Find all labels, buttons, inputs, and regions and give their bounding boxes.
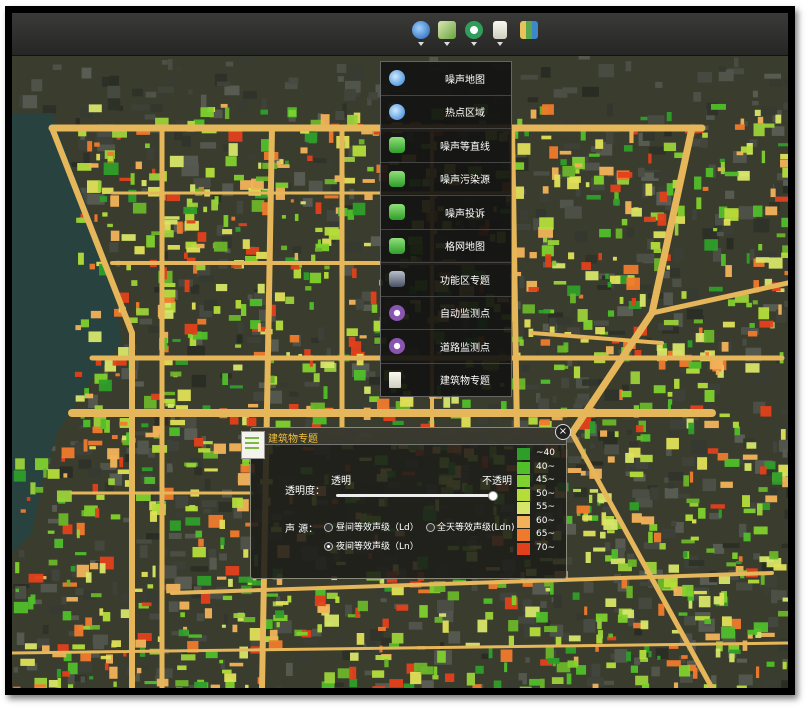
transparent-label: 透明 <box>331 476 351 487</box>
menu-item-hotspot[interactable]: 热点区域 <box>381 96 511 129</box>
menu-item-noise-map[interactable]: 噪声地图 <box>381 62 511 96</box>
legend-label: ~40 <box>536 448 555 458</box>
legend-swatch <box>517 488 530 501</box>
menu-item-function-zone[interactable]: 功能区专题 <box>381 263 511 297</box>
grid-icon <box>389 237 405 254</box>
source-icon <box>389 170 405 187</box>
menu-item-label: 噪声污染源 <box>440 175 490 187</box>
legend-swatch <box>517 461 530 474</box>
legend-row: 40~ <box>517 461 563 475</box>
legend-swatch <box>517 542 530 555</box>
menu-item-label: 噪声投诉 <box>445 208 485 220</box>
legend-label: 70~ <box>536 542 555 553</box>
legend-row: 65~ <box>517 529 563 542</box>
building-doc-icon <box>241 431 265 459</box>
menu-item-label: 热点区域 <box>445 108 485 120</box>
radio-ln[interactable] <box>324 542 333 551</box>
dropdown-arrow-icon[interactable] <box>471 42 477 46</box>
menu-item-label: 噪声地图 <box>445 74 485 86</box>
close-button[interactable]: × <box>555 424 571 440</box>
legend-label: 55~ <box>536 502 555 512</box>
dropdown-arrow-icon[interactable] <box>444 42 450 46</box>
menu-item-grid-map[interactable]: 格网地图 <box>381 230 511 263</box>
legend-label: 65~ <box>536 529 555 539</box>
opaque-label: 不透明 <box>482 476 512 487</box>
menu-item-label: 噪声等直线 <box>440 141 490 153</box>
opacity-label: 透明度： <box>285 486 325 497</box>
legend-row: ~40 <box>517 448 563 461</box>
menu-item-label: 功能区专题 <box>440 275 490 287</box>
legend-row: 60~ <box>517 515 563 529</box>
legend-row: 45~ <box>517 475 563 488</box>
panel-title: 建筑物专题 <box>268 434 318 445</box>
legend-label: 45~ <box>536 475 555 485</box>
radio-ld[interactable] <box>324 523 333 532</box>
map-view[interactable]: 噪声地图 热点区域 噪声等直线 噪声污染源 噪声投诉 格网地图 功能区专题 自动… <box>12 13 788 688</box>
legend-label: 40~ <box>536 461 555 472</box>
legend-row: 55~ <box>517 502 563 515</box>
zone-icon <box>389 271 405 288</box>
legend-row: 50~ <box>517 488 563 502</box>
option-ldn-label: 全天等效声级(Ldn) <box>437 523 515 533</box>
source-label: 声 源： <box>285 524 319 535</box>
screenshot-frame: 噪声地图 热点区域 噪声等直线 噪声污染源 噪声投诉 格网地图 功能区专题 自动… <box>5 6 795 695</box>
menu-item-auto-monitor[interactable]: 自动监测点 <box>381 297 511 330</box>
legend-row: 70~ <box>517 542 563 556</box>
opacity-slider-knob[interactable] <box>488 491 498 501</box>
top-toolbar <box>12 13 788 56</box>
menu-item-label: 格网地图 <box>445 242 485 254</box>
monitor-icon <box>389 338 405 355</box>
map-icon[interactable] <box>520 21 538 39</box>
menu-item-label: 道路监测点 <box>440 342 490 354</box>
legend-swatch <box>517 448 530 460</box>
document-icon[interactable] <box>493 21 507 39</box>
layers-icon[interactable] <box>465 21 483 39</box>
menu-item-building[interactable]: 建筑物专题 <box>381 364 511 397</box>
menu-item-label: 建筑物专题 <box>440 376 490 388</box>
menu-item-complaint[interactable]: 噪声投诉 <box>381 196 511 230</box>
menu-item-label: 自动监测点 <box>440 309 490 321</box>
contour-icon <box>389 137 405 154</box>
dropdown-arrow-icon[interactable] <box>497 42 503 46</box>
legend-swatch <box>517 502 530 514</box>
globe-icon <box>389 103 405 120</box>
monitor-icon <box>389 304 405 321</box>
option-ln-label: 夜间等效声级（Ln） <box>336 542 419 552</box>
opacity-slider[interactable] <box>336 494 493 497</box>
complaint-icon <box>389 204 405 221</box>
building-doc-icon <box>389 371 401 388</box>
menu-item-road-monitor[interactable]: 道路监测点 <box>381 330 511 364</box>
building-theme-panel: 建筑物专题 × 透明度： 透明 不透明 声 源： 昼间等效声级（Ld） 全天等效… <box>241 424 571 579</box>
menu-item-contour[interactable]: 噪声等直线 <box>381 129 511 163</box>
legend-label: 50~ <box>536 488 555 499</box>
legend-swatch <box>517 475 530 487</box>
map-pencil-icon[interactable] <box>438 21 456 39</box>
panel-title-bar[interactable]: 建筑物专题 <box>251 428 566 445</box>
thematic-menu: 噪声地图 热点区域 噪声等直线 噪声污染源 噪声投诉 格网地图 功能区专题 自动… <box>380 61 512 397</box>
globe-pin-icon[interactable] <box>412 21 430 39</box>
menu-item-pollution-source[interactable]: 噪声污染源 <box>381 163 511 196</box>
radio-ldn[interactable] <box>426 523 435 532</box>
legend-label: 60~ <box>536 515 555 526</box>
option-ld-label: 昼间等效声级（Ld） <box>336 523 419 533</box>
dropdown-arrow-icon[interactable] <box>418 42 424 46</box>
legend-swatch <box>517 515 530 528</box>
legend-swatch <box>517 529 530 541</box>
globe-icon <box>389 70 405 87</box>
